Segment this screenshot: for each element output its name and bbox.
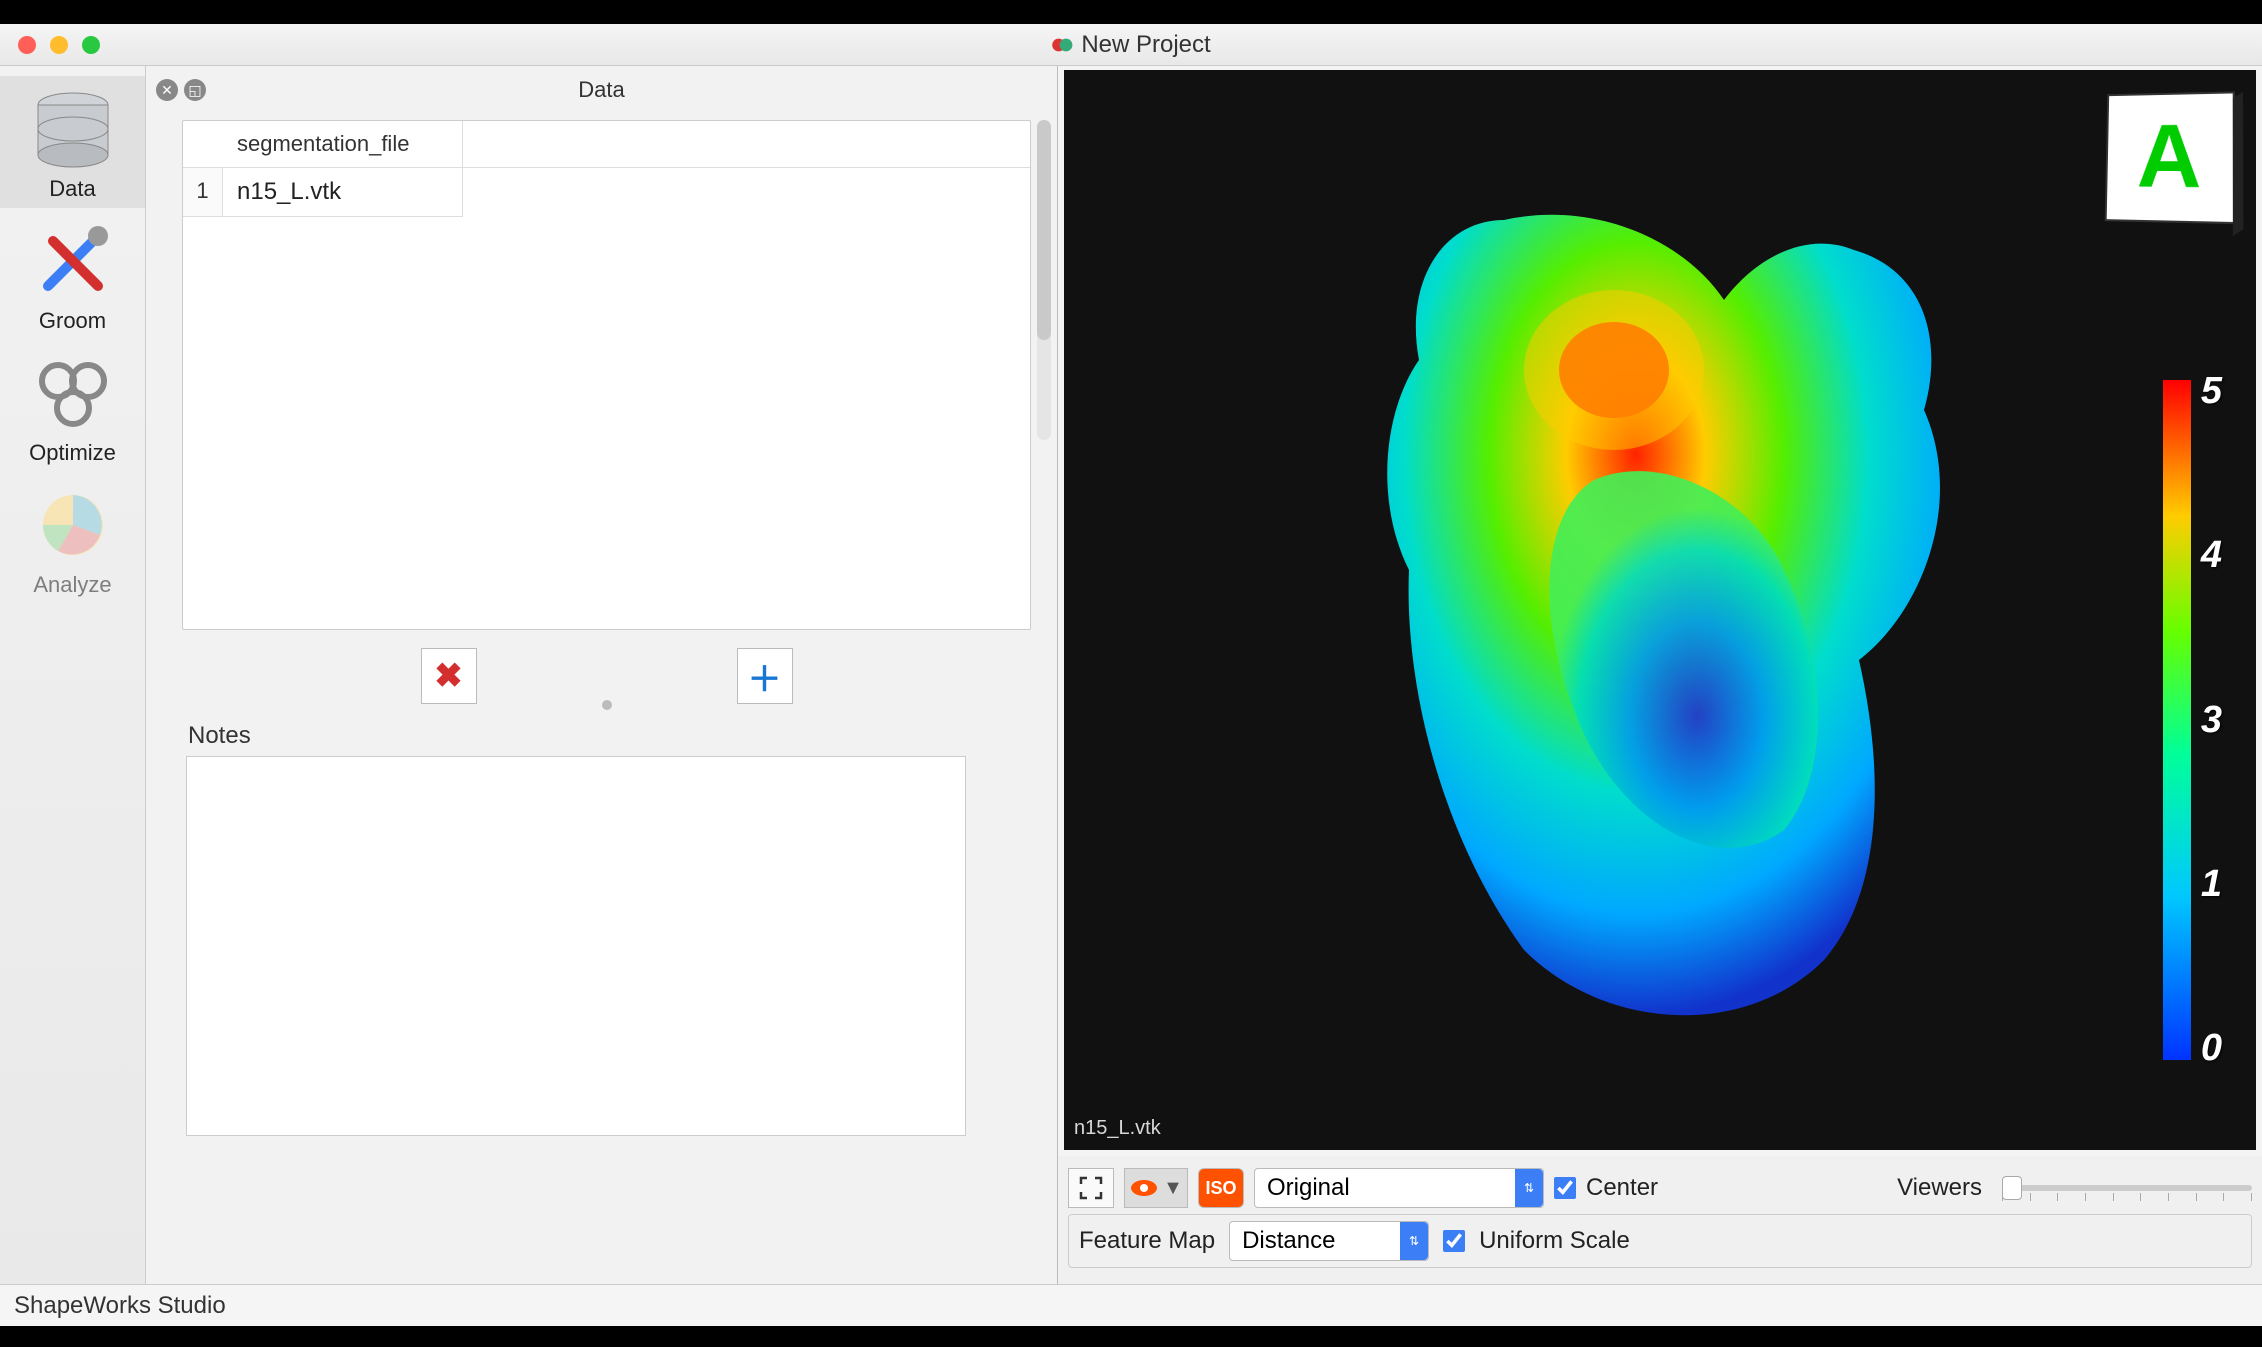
feature-map-label: Feature Map	[1079, 1227, 1215, 1255]
sidebar-item-analyze[interactable]: Analyze	[0, 472, 145, 604]
gears-icon	[0, 348, 145, 438]
window-bottom-black-bar	[0, 1326, 2262, 1347]
window-top-black-bar	[0, 0, 2262, 24]
sidebar-item-data[interactable]: Data	[0, 76, 145, 208]
sidebar: Data Groom Optimize	[0, 66, 146, 1284]
piechart-icon	[0, 480, 145, 570]
panel-close-icon[interactable]: ✕	[156, 79, 178, 101]
traffic-lights	[18, 36, 100, 54]
window-titlebar: New Project	[0, 24, 2262, 66]
colorbar-tick: 5	[2201, 370, 2222, 413]
scrollbar[interactable]	[1037, 120, 1051, 440]
sidebar-item-optimize[interactable]: Optimize	[0, 340, 145, 472]
rendered-mesh	[1244, 130, 2044, 1050]
notes-input[interactable]	[186, 756, 966, 1136]
sidebar-item-label: Optimize	[0, 440, 145, 466]
fit-view-button[interactable]	[1068, 1168, 1114, 1208]
sidebar-item-label: Data	[0, 176, 145, 202]
database-icon	[0, 84, 145, 174]
viewer-area: A 5 4 3 1 0 n15_L.vtk ▼	[1058, 66, 2262, 1284]
render-viewport[interactable]: A 5 4 3 1 0 n15_L.vtk	[1064, 70, 2256, 1150]
page-dot-icon	[602, 700, 612, 710]
sidebar-item-groom[interactable]: Groom	[0, 208, 145, 340]
colorbar-tick: 4	[2201, 534, 2222, 577]
colorbar-tick: 3	[2201, 699, 2222, 742]
chevron-updown-icon: ⇅	[1400, 1222, 1428, 1260]
notes-label: Notes	[188, 722, 1031, 750]
table-header-segfile: segmentation_file	[223, 121, 463, 167]
add-file-button[interactable]: ＋	[737, 648, 793, 704]
colorbar-tick: 0	[2201, 1027, 2222, 1070]
viewer-controls: ▼ ISO Original ⇅ Center Viewers Feature …	[1058, 1156, 2262, 1284]
minimize-icon[interactable]	[50, 36, 68, 54]
sidebar-item-label: Analyze	[0, 572, 145, 598]
remove-file-button[interactable]: ✖	[421, 648, 477, 704]
chevron-down-icon: ▼	[1163, 1177, 1183, 1200]
sidebar-item-label: Groom	[0, 308, 145, 334]
app-icon	[1051, 34, 1073, 56]
mesh-mode-dropdown[interactable]: Original ⇅	[1254, 1168, 1544, 1208]
main-area: Data Groom Optimize	[0, 66, 2262, 1284]
eye-icon	[1129, 1177, 1159, 1199]
tools-icon	[0, 216, 145, 306]
segmentation-file-table[interactable]: segmentation_file 1 n15_L.vtk	[182, 120, 1031, 630]
render-filename-label: n15_L.vtk	[1074, 1117, 1161, 1140]
window-title: New Project	[1081, 31, 1210, 59]
status-bar: ShapeWorks Studio	[0, 1284, 2262, 1326]
maximize-icon[interactable]	[82, 36, 100, 54]
panel-popout-icon[interactable]: ◱	[184, 79, 206, 101]
row-index: 1	[183, 168, 223, 217]
uniform-scale-label: Uniform Scale	[1479, 1227, 1630, 1255]
row-filename: n15_L.vtk	[223, 168, 463, 217]
colorbar: 5 4 3 1 0	[2163, 380, 2222, 1070]
feature-map-dropdown[interactable]: Distance ⇅	[1229, 1221, 1429, 1261]
colorbar-tick: 1	[2201, 863, 2222, 906]
visibility-button[interactable]: ▼	[1124, 1168, 1188, 1208]
data-panel: ✕ ◱ Data segmentation_file 1 n15_L.vtk ✖	[146, 66, 1058, 1284]
table-row[interactable]: 1 n15_L.vtk	[183, 168, 1030, 217]
center-label: Center	[1586, 1174, 1658, 1202]
center-checkbox[interactable]	[1554, 1177, 1576, 1199]
chevron-updown-icon: ⇅	[1515, 1169, 1543, 1207]
close-icon[interactable]	[18, 36, 36, 54]
viewers-label: Viewers	[1897, 1174, 1982, 1202]
status-text: ShapeWorks Studio	[14, 1292, 226, 1320]
iso-button[interactable]: ISO	[1198, 1168, 1244, 1208]
panel-title: Data	[578, 77, 624, 103]
orientation-cube[interactable]: A	[2105, 91, 2235, 224]
uniform-scale-checkbox[interactable]	[1443, 1230, 1465, 1252]
viewers-slider[interactable]	[2002, 1185, 2252, 1191]
